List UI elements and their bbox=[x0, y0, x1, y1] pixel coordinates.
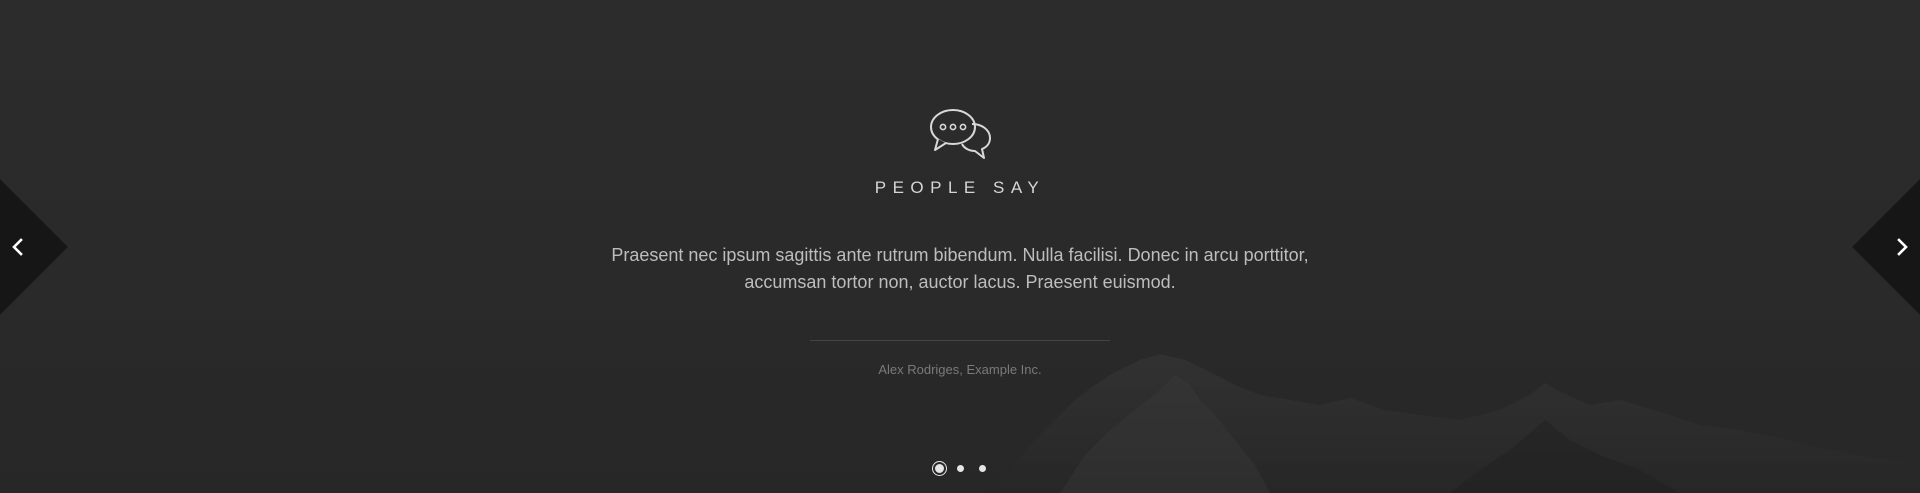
speech-bubbles-icon bbox=[930, 109, 991, 159]
section-heading: PEOPLE SAY bbox=[874, 178, 1046, 197]
pagination-dot-1[interactable] bbox=[933, 462, 946, 475]
next-slide-button[interactable] bbox=[1852, 179, 1920, 315]
testimonial-author: Alex Rodriges, Example Inc. bbox=[878, 362, 1042, 377]
testimonials-section: PEOPLE SAY Praesent nec ipsum sagittis a… bbox=[0, 0, 1920, 493]
chevron-left-icon bbox=[12, 238, 23, 256]
divider bbox=[810, 340, 1110, 341]
testimonial-quote: Praesent nec ipsum sagittis ante rutrum … bbox=[611, 245, 1309, 292]
chevron-right-icon bbox=[1897, 238, 1908, 256]
pagination-dot-2[interactable] bbox=[957, 465, 964, 472]
previous-slide-button[interactable] bbox=[0, 179, 68, 315]
pagination-dot-3[interactable] bbox=[979, 465, 986, 472]
slider-pagination bbox=[927, 462, 993, 476]
